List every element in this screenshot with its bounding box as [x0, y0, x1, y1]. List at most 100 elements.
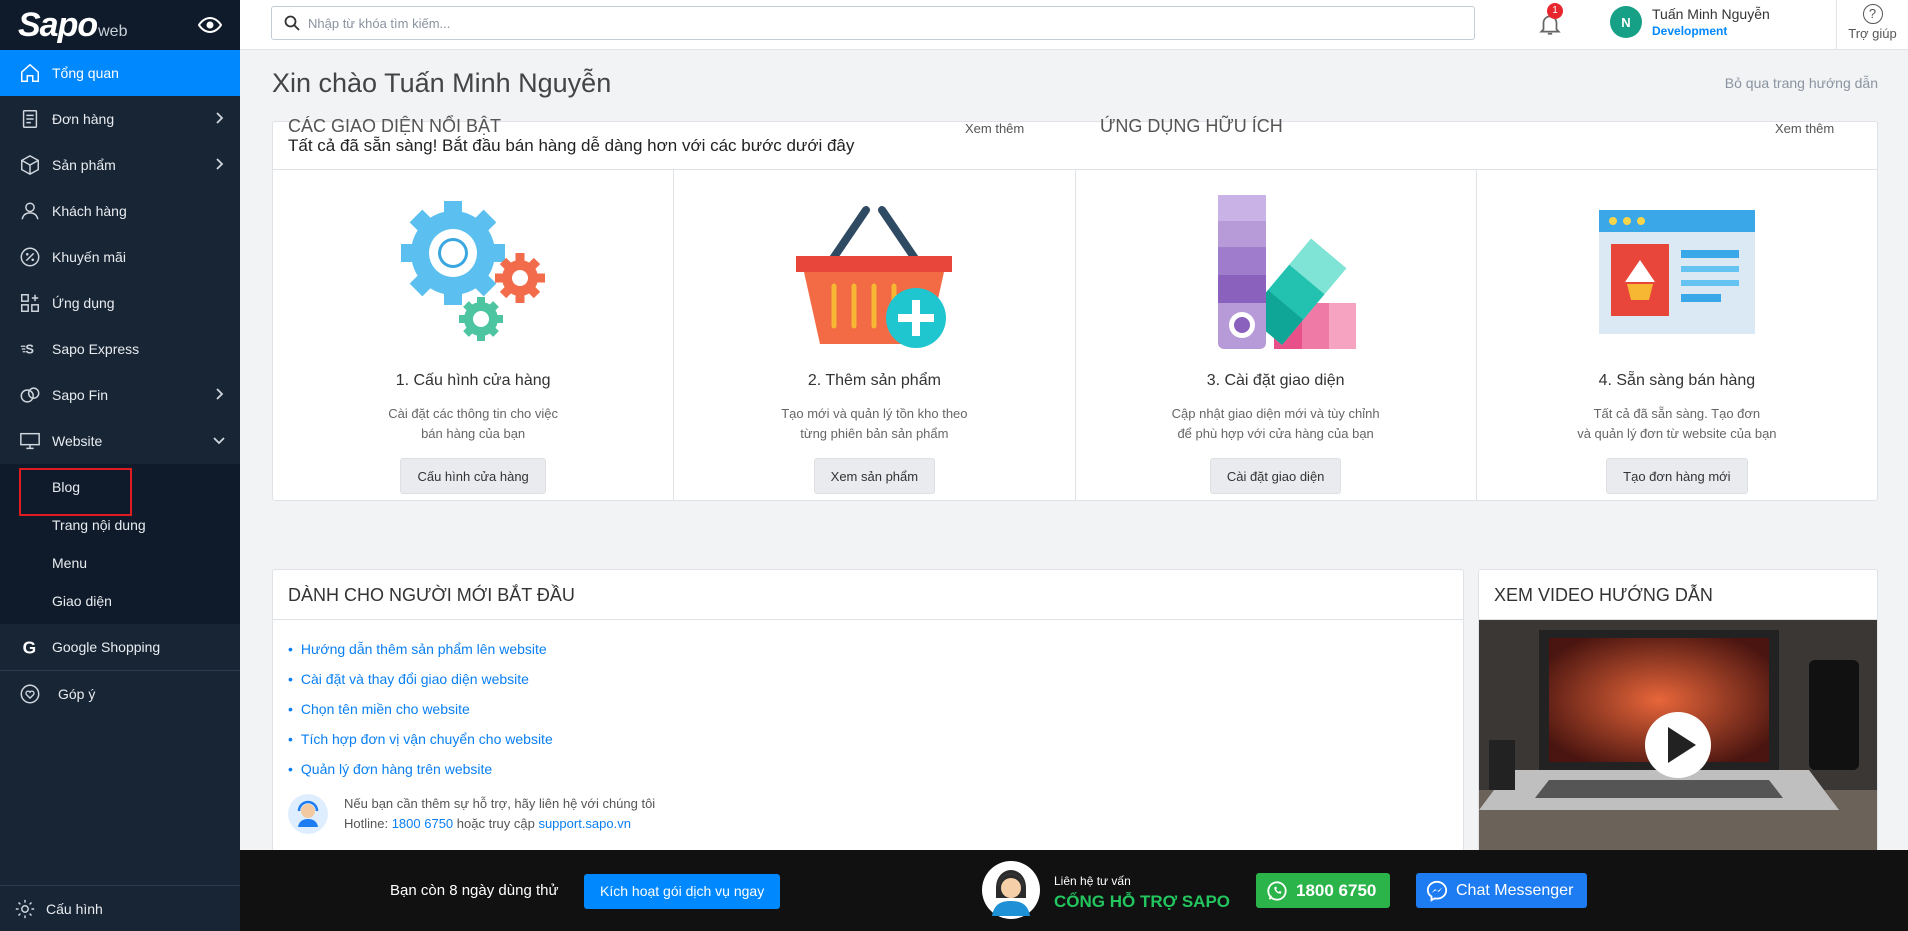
sidebar-item-ung-dung[interactable]: Ứng dụng — [0, 280, 240, 326]
sidebar-item-khach-hang[interactable]: Khách hàng — [0, 188, 240, 234]
useful-apps-more[interactable]: Xem thêm — [1775, 121, 1834, 136]
user-role: Development — [1652, 24, 1728, 38]
sidebar-item-khuyen-mai[interactable]: Khuyến mãi — [0, 234, 240, 280]
sidebar-item-sapo-fin[interactable]: Sapo Fin — [0, 372, 240, 418]
sidebar-item-label: Google Shopping — [52, 639, 161, 655]
chevron-down-icon — [213, 437, 225, 445]
sidebar-item-tong-quan[interactable]: Tổng quan — [0, 50, 240, 96]
support-line: Nếu bạn cần thêm sự hỗ trợ, hãy liên hệ … — [344, 796, 656, 811]
chevron-right-icon — [216, 158, 224, 170]
express-icon: S — [18, 337, 42, 361]
step-desc-line: bán hàng của bạn — [421, 426, 526, 441]
messenger-label: Chat Messenger — [1456, 881, 1574, 899]
monitor-icon — [18, 429, 42, 453]
sub-item-label: Giao diện — [52, 593, 112, 609]
hotline-button[interactable]: 1800 6750 — [1256, 873, 1391, 908]
palette-illustration — [1076, 170, 1476, 360]
step-ready-to-sell: 4. Sẵn sàng bán hàng Tất cả đã sẵn sàng.… — [1477, 170, 1877, 501]
contact-block[interactable]: Liên hệ tư vấn CỔNG HỖ TRỢ SAPO — [1054, 874, 1230, 912]
step-title: 1. Cấu hình cửa hàng — [395, 372, 551, 389]
blog-highlight-box — [19, 468, 132, 516]
step-desc: Cập nhật giao diện mới và tùy chỉnh để ph… — [1161, 404, 1391, 444]
order-icon — [18, 107, 42, 131]
create-order-button[interactable]: Tạo đơn hàng mới — [1606, 458, 1748, 494]
sidebar: Sapoweb Tổng quan Đơn hàng Sản phẩm Khác… — [0, 0, 240, 931]
useful-apps-title: ỨNG DỤNG HỮU ÍCH — [1100, 116, 1283, 136]
home-icon — [18, 61, 42, 85]
trial-text: Bạn còn 8 ngày dùng thử — [390, 882, 559, 899]
support-site-link[interactable]: support.sapo.vn — [538, 816, 631, 831]
video-thumbnail[interactable] — [1479, 620, 1877, 870]
guide-link[interactable]: Chọn tên miền cho website — [288, 694, 1463, 724]
video-card: XEM VIDEO HƯỚNG DẪN — [1478, 569, 1878, 870]
support-or-text: hoặc truy cập — [456, 816, 535, 831]
contact-big-text: CỔNG HỖ TRỢ SAPO — [1054, 892, 1231, 911]
whatsapp-icon — [1267, 880, 1287, 901]
beginner-links: Hướng dẫn thêm sản phẩm lên website Cài … — [273, 620, 1463, 784]
step-desc-line: Cài đặt các thông tin cho việc — [388, 406, 559, 421]
skip-guide-link[interactable]: Bỏ qua trang hướng dẫn — [1725, 75, 1878, 91]
search-box[interactable] — [271, 6, 1475, 40]
support-agent-icon — [288, 794, 328, 834]
svg-text:G: G — [23, 637, 37, 657]
user-name: Tuấn Minh Nguyễn — [1652, 6, 1770, 22]
user-menu[interactable]: N Tuấn Minh Nguyễn Development — [1610, 6, 1770, 38]
guide-link[interactable]: Cài đặt và thay đổi giao diện website — [288, 664, 1463, 694]
sidebar-item-label: Góp ý — [58, 685, 96, 702]
theme-setup-button[interactable]: Cài đặt giao diện — [1209, 458, 1342, 494]
guide-link[interactable]: Hướng dẫn thêm sản phẩm lên website — [288, 634, 1463, 664]
sidebar-item-san-pham[interactable]: Sản phẩm — [0, 142, 240, 188]
step-title: 4. Sẵn sàng bán hàng — [1598, 372, 1756, 389]
chat-messenger-button[interactable]: Chat Messenger — [1416, 873, 1588, 908]
storefront-illustration — [1477, 170, 1877, 360]
apps-icon — [18, 291, 42, 315]
support-info: Nếu bạn cần thêm sự hỗ trợ, hãy liên hệ … — [273, 784, 1463, 834]
activate-plan-button[interactable]: Kích hoạt gói dịch vụ ngay — [584, 874, 781, 909]
video-title: XEM VIDEO HƯỚNG DẪN — [1479, 570, 1877, 620]
help-button[interactable]: ? Trợ giúp — [1836, 0, 1908, 50]
step-desc: Tất cả đã sẵn sàng. Tạo đơn và quản lý đơ… — [1562, 404, 1792, 444]
page-title: Xin chào Tuấn Minh Nguyễn — [272, 68, 612, 98]
guide-link[interactable]: Quản lý đơn hàng trên website — [288, 754, 1463, 784]
logo-main-text: Sapo — [18, 5, 98, 44]
sidebar-item-don-hang[interactable]: Đơn hàng — [0, 96, 240, 142]
sidebar-item-label: Sản phẩm — [52, 157, 116, 173]
sidebar-item-label: Đơn hàng — [52, 111, 115, 127]
guide-link[interactable]: Tích hợp đơn vị vận chuyển cho website — [288, 724, 1463, 754]
trial-bottom-bar: Bạn còn 8 ngày dùng thử Kích hoạt gói dị… — [240, 850, 1908, 931]
step-add-product: 2. Thêm sản phẩm Tạo mới và quản lý tồn … — [674, 170, 1076, 501]
logo-sub-text: web — [98, 22, 128, 40]
top-header: 1 N Tuấn Minh Nguyễn Development ? Trợ g… — [240, 0, 1908, 50]
sidebar-item-label: Khách hàng — [52, 203, 127, 219]
configure-store-button[interactable]: Cấu hình cửa hàng — [400, 458, 546, 494]
beginner-title: DÀNH CHO NGƯỜI MỚI BẮT ĐẦU — [273, 570, 1463, 620]
hotline-link[interactable]: 1800 6750 — [392, 816, 453, 831]
search-icon — [284, 15, 300, 31]
search-input[interactable] — [308, 15, 1408, 31]
sidebar-item-cau-hinh[interactable]: Cấu hình — [0, 885, 240, 931]
steps-title: Tất cả đã sẵn sàng! Bắt đầu bán hàng dễ … — [273, 122, 1877, 170]
chevron-right-icon — [216, 388, 224, 400]
box-icon — [18, 153, 42, 177]
avatar: N — [1610, 6, 1642, 38]
step-desc-line: để phù hợp với cửa hàng của bạn — [1177, 426, 1374, 441]
featured-themes-more[interactable]: Xem thêm — [965, 121, 1024, 136]
basket-illustration — [674, 170, 1074, 360]
view-products-button[interactable]: Xem sản phẩm — [813, 458, 936, 494]
sidebar-item-website[interactable]: Website — [0, 418, 240, 464]
sidebar-item-gop-y[interactable]: Góp ý — [0, 670, 240, 716]
sidebar-item-google-shopping[interactable]: G Google Shopping — [0, 624, 240, 670]
sub-item-giao-dien[interactable]: Giao diện — [0, 582, 240, 620]
sidebar-item-sapo-express[interactable]: S Sapo Express — [0, 326, 240, 372]
google-icon: G — [18, 635, 42, 659]
featured-themes-title: CÁC GIAO DIỆN NỔI BẬT — [288, 116, 502, 136]
messenger-icon — [1426, 880, 1448, 902]
sidebar-item-label: Ứng dụng — [52, 295, 115, 311]
beginner-card: DÀNH CHO NGƯỜI MỚI BẮT ĐẦU Hướng dẫn thê… — [272, 569, 1464, 889]
steps-card: Tất cả đã sẵn sàng! Bắt đầu bán hàng dễ … — [272, 121, 1878, 501]
sapo-logo[interactable]: Sapoweb — [18, 6, 127, 45]
eye-icon[interactable] — [198, 13, 222, 37]
gear-icon — [15, 899, 35, 918]
sub-item-menu[interactable]: Menu — [0, 544, 240, 582]
step-desc-line: Tạo mới và quản lý tồn kho theo — [781, 406, 968, 421]
